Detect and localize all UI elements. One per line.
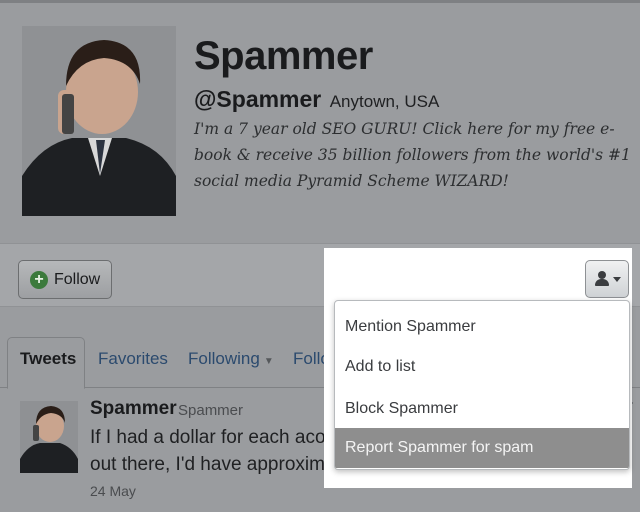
handle-row: @Spammer Anytown, USA [194,86,439,113]
avatar-photo-icon [22,26,176,216]
menu-item-mention[interactable]: Mention Spammer [335,307,629,347]
tab-tweets[interactable]: Tweets [20,349,76,369]
follow-label: Follow [54,270,101,288]
profile-handle: @Spammer [194,86,322,112]
caret-down-icon [612,276,621,282]
tweet-avatar[interactable] [20,401,78,473]
menu-item-report-spam[interactable]: Report Spammer for spam [335,428,629,468]
chevron-down-icon: ▼ [263,356,274,367]
user-actions-menu: Mention Spammer Add to list Block Spamme… [334,300,630,470]
tweet-text-line: out there, I'd have approximat [90,454,341,475]
plus-circle-icon: + [30,270,48,289]
tab-favorites[interactable]: Favorites [98,349,168,369]
tweet-text: If I had a dollar for each acous out the… [90,424,350,478]
profile-avatar [22,26,176,216]
menu-item-add-to-list[interactable]: Add to list [335,347,629,387]
menu-item-block[interactable]: Block Spammer [335,389,629,429]
tweet-date[interactable]: 24 May [90,483,136,499]
profile-name: Spammer [194,34,373,78]
avatar-photo-icon [20,401,78,473]
tab-following-label: Following [188,349,260,368]
tweet-author-name[interactable]: Spammer [90,398,177,420]
tweet-author-handle[interactable]: Spammer [178,402,243,419]
top-border [0,0,640,3]
follow-button[interactable]: + Follow [18,260,112,299]
tab-following[interactable]: Following ▼ [188,349,274,369]
profile-bio: I'm a 7 year old SEO GURU! Click here fo… [194,120,631,190]
tweet-text-line: If I had a dollar for each acous [90,427,346,448]
profile-location: Anytown, USA [329,92,440,111]
user-actions-button[interactable] [585,260,629,298]
person-icon [594,271,610,287]
